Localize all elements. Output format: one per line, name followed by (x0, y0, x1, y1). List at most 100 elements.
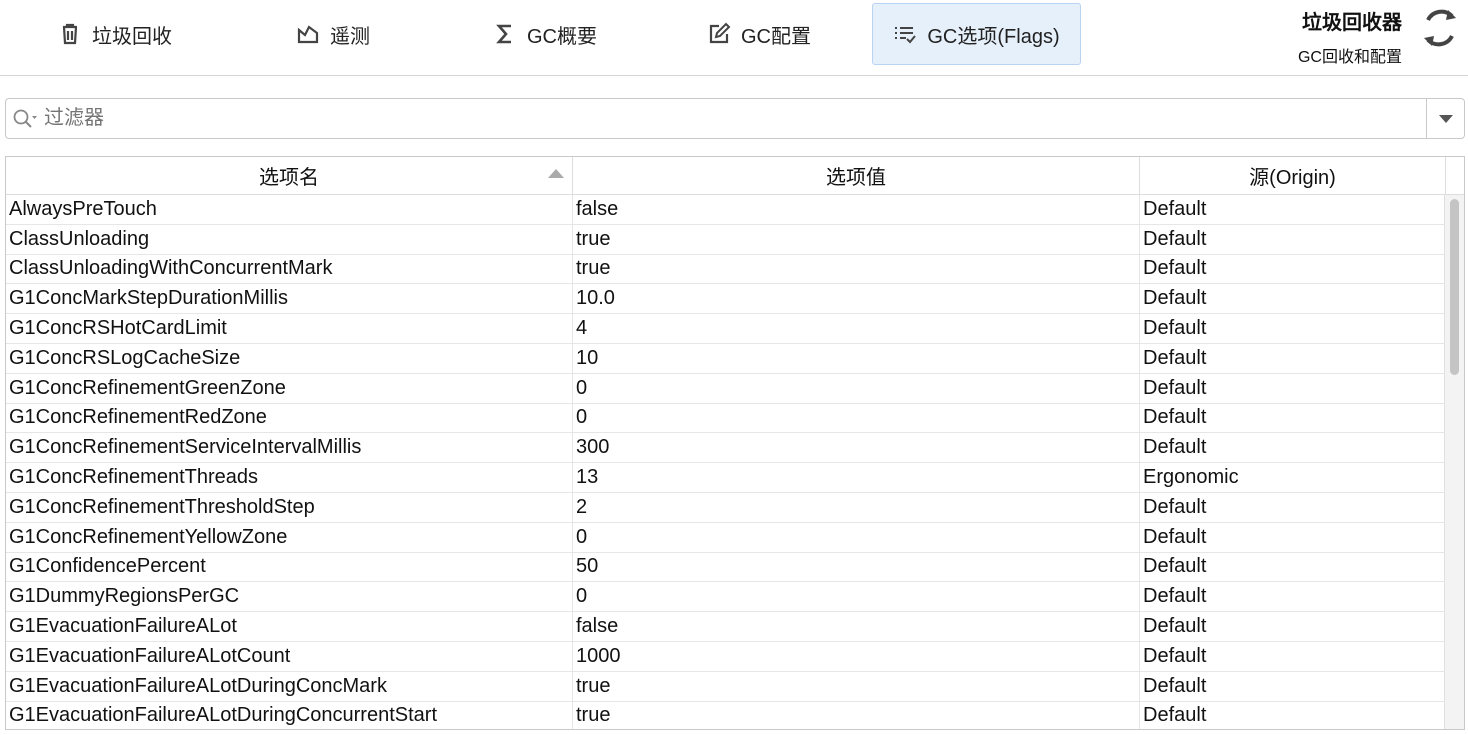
column-label: 选项值 (826, 167, 886, 189)
table-row[interactable]: G1ConcRSLogCacheSize 10 Default (6, 343, 1464, 374)
flag-value-cell: false (573, 195, 1140, 224)
table-row[interactable]: G1EvacuationFailureALotDuringConcMark tru… (6, 671, 1464, 702)
flag-origin-cell: Default (1140, 195, 1446, 224)
flag-name-cell: G1EvacuationFailureALotDuringConcurrentS… (6, 701, 573, 729)
flag-name-cell: G1ConcRefinementYellowZone (6, 522, 573, 552)
flag-origin-cell: Default (1140, 433, 1446, 463)
table-header: 选项名 选项值 源(Origin) (6, 157, 1464, 195)
flag-origin-cell: Default (1140, 522, 1446, 552)
flag-origin-cell: Default (1140, 552, 1446, 582)
filter-dropdown-button[interactable] (1426, 99, 1464, 138)
flag-value-cell: 4 (573, 314, 1140, 343)
tab-telemetry[interactable]: 遥测 (278, 3, 388, 65)
chevron-down-icon (1438, 114, 1453, 123)
flag-origin-cell: Default (1140, 284, 1446, 314)
column-header-origin[interactable]: 源(Origin) (1140, 157, 1446, 194)
flag-value-cell: 0 (573, 403, 1140, 433)
vertical-scrollbar[interactable] (1444, 195, 1464, 729)
flag-origin-cell: Default (1140, 373, 1446, 403)
flag-value-cell: 10.0 (573, 284, 1140, 314)
tab-gc-flags[interactable]: GC选项(Flags) (872, 3, 1081, 65)
tab-gc-config[interactable]: GC配置 (694, 3, 824, 65)
sigma-icon (496, 24, 511, 44)
flag-name-cell: G1ConcRefinementThreads (6, 463, 573, 492)
flags-table: 选项名 选项值 源(Origin) AlwaysPreTouch false Def… (5, 156, 1465, 730)
table-row[interactable]: G1ConcMarkStepDurationMillis 10.0 Default (6, 284, 1464, 315)
table-row[interactable]: AlwaysPreTouch false Default (6, 195, 1464, 225)
search-icon[interactable] (6, 108, 44, 130)
sort-ascending-icon (548, 169, 564, 178)
flag-origin-cell: Default (1140, 701, 1446, 729)
subtitle: GC回收和配置 (1297, 49, 1402, 66)
edit-icon (709, 22, 731, 44)
flag-name-cell: G1ConfidencePercent (6, 552, 573, 582)
flag-value-cell: 0 (573, 522, 1140, 552)
column-header-value[interactable]: 选项值 (573, 157, 1140, 194)
flag-value-cell: 1000 (573, 641, 1140, 671)
flag-name-cell: G1EvacuationFailureALot (6, 612, 573, 641)
flag-origin-cell: Default (1140, 671, 1446, 701)
table-row[interactable]: ClassUnloadingWithConcurrentMark true Defa… (6, 254, 1464, 285)
table-row[interactable]: G1EvacuationFailureALotDuringConcurrentS… (6, 701, 1464, 729)
scrollbar-thumb[interactable] (1450, 199, 1459, 375)
filter-input[interactable] (44, 107, 1426, 130)
flag-name-cell: G1EvacuationFailureALotDuringConcMark (6, 671, 573, 701)
flag-origin-cell: Default (1140, 254, 1446, 284)
flag-value-cell: true (573, 671, 1140, 701)
filter-bar (5, 98, 1465, 139)
flag-origin-cell: Default (1140, 403, 1446, 433)
column-label: 选项名 (259, 167, 319, 189)
trash-icon (62, 23, 78, 45)
flag-value-cell: true (573, 701, 1140, 729)
table-row[interactable]: G1ConfidencePercent 50 Default (6, 552, 1464, 583)
flag-origin-cell: Ergonomic (1140, 463, 1446, 492)
flag-value-cell: 0 (573, 373, 1140, 403)
flag-name-cell: G1DummyRegionsPerGC (6, 582, 573, 612)
flag-origin-cell: Default (1140, 343, 1446, 373)
flag-value-cell: 0 (573, 582, 1140, 612)
table-row[interactable]: G1ConcRefinementServiceIntervalMillis 300… (6, 433, 1464, 464)
flag-value-cell: true (573, 224, 1140, 254)
flag-value-cell: 300 (573, 433, 1140, 463)
flag-name-cell: AlwaysPreTouch (6, 195, 573, 224)
table-row[interactable]: G1ConcRSHotCardLimit 4 Default (6, 314, 1464, 344)
column-header-name[interactable]: 选项名 (6, 157, 573, 194)
tab-label: 遥测 (330, 25, 370, 48)
table-row[interactable]: G1ConcRefinementThresholdStep 2 Default (6, 492, 1464, 523)
flag-value-cell: true (573, 254, 1140, 284)
table-row[interactable]: G1ConcRefinementThreads 13 Ergonomic (6, 463, 1464, 493)
flag-name-cell: G1ConcRSHotCardLimit (6, 314, 573, 343)
flag-name-cell: G1ConcRefinementThresholdStep (6, 492, 573, 522)
flag-name-cell: G1ConcRefinementServiceIntervalMillis (6, 433, 573, 463)
flag-value-cell: 2 (573, 492, 1140, 522)
tab-gc-summary[interactable]: GC概要 (480, 3, 610, 65)
flag-origin-cell: Default (1140, 582, 1446, 612)
flag-origin-cell: Default (1140, 492, 1446, 522)
flag-origin-cell: Default (1140, 314, 1446, 343)
flag-name-cell: G1ConcRefinementRedZone (6, 403, 573, 433)
flag-name-cell: G1ConcMarkStepDurationMillis (6, 284, 573, 314)
refresh-icon[interactable] (1418, 6, 1462, 50)
chart-area-icon (297, 25, 319, 44)
toolbar: 垃圾回收 遥测 GC概要 GC配置 GC选项(Flags) 垃圾回收器 GC回收… (0, 0, 1468, 76)
flag-origin-cell: Default (1140, 224, 1446, 254)
table-row[interactable]: G1EvacuationFailureALot false Default (6, 612, 1464, 642)
tab-label: GC概要 (527, 25, 597, 48)
table-row[interactable]: G1ConcRefinementGreenZone 0 Default (6, 373, 1464, 404)
flag-origin-cell: Default (1140, 612, 1446, 641)
flag-name-cell: G1ConcRefinementGreenZone (6, 373, 573, 403)
flag-value-cell: 13 (573, 463, 1140, 492)
table-row[interactable]: G1ConcRefinementRedZone 0 Default (6, 403, 1464, 434)
tab-label: GC选项(Flags) (927, 25, 1060, 48)
flag-origin-cell: Default (1140, 641, 1446, 671)
table-row[interactable]: G1DummyRegionsPerGC 0 Default (6, 582, 1464, 613)
table-row[interactable]: G1ConcRefinementYellowZone 0 Default (6, 522, 1464, 553)
tab-garbage-collection[interactable]: 垃圾回收 (40, 3, 190, 65)
flag-name-cell: G1EvacuationFailureALotCount (6, 641, 573, 671)
table-row[interactable]: G1EvacuationFailureALotCount 1000 Default (6, 641, 1464, 672)
flag-value-cell: 50 (573, 552, 1140, 582)
flag-name-cell: ClassUnloading (6, 224, 573, 254)
table-row[interactable]: ClassUnloading true Default (6, 224, 1464, 255)
column-label: 源(Origin) (1249, 167, 1336, 189)
title: 垃圾回收器 (1302, 12, 1402, 34)
